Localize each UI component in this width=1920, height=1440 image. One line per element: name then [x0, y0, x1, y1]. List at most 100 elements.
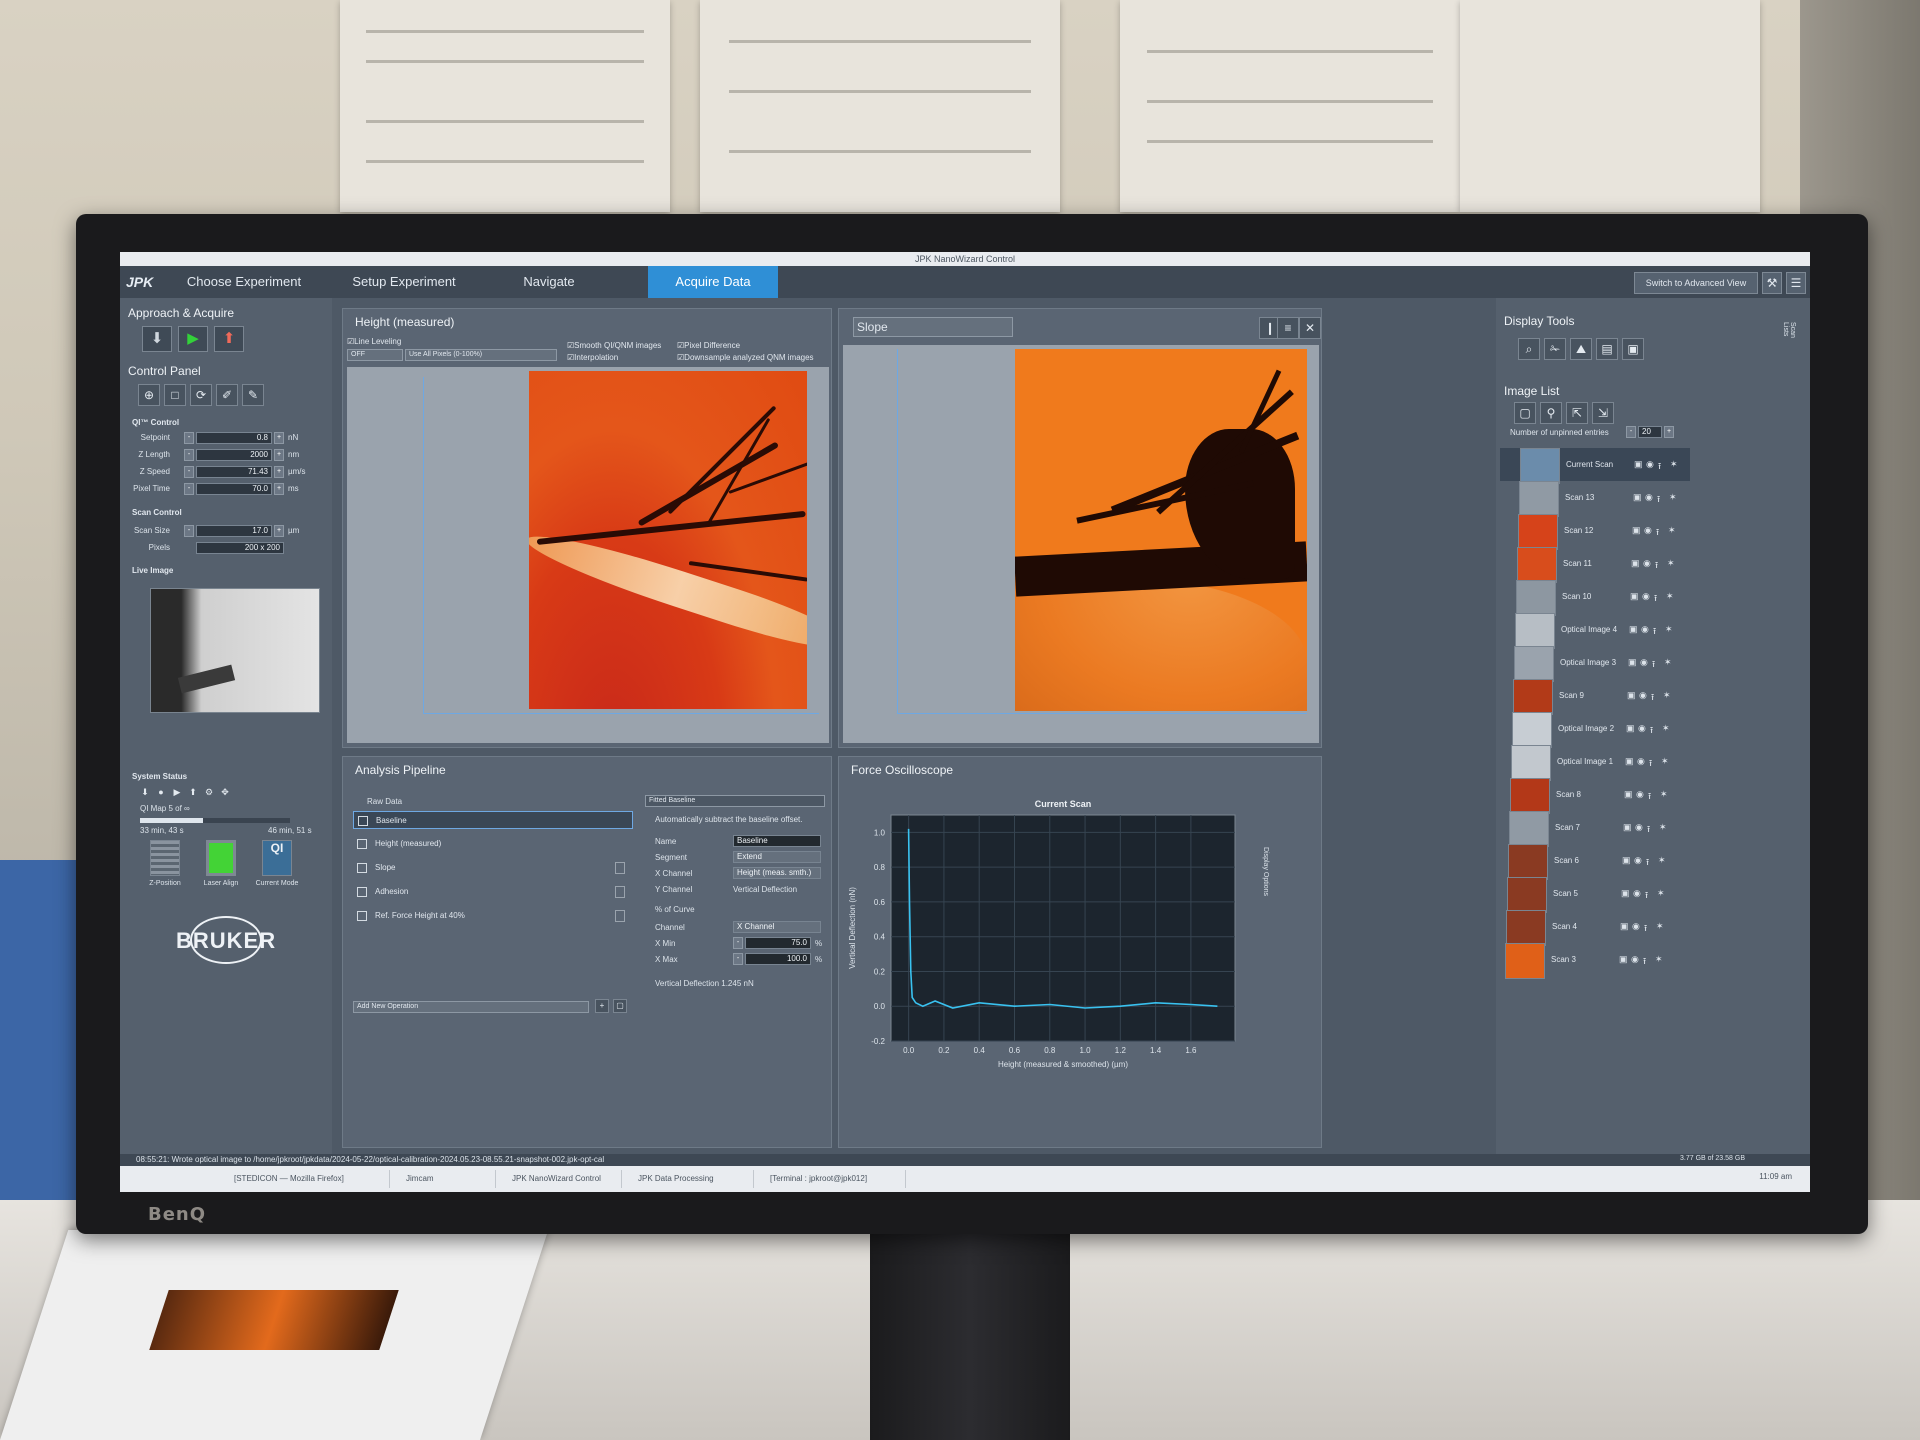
- close-icon[interactable]: ✕: [1299, 317, 1321, 339]
- record-icon[interactable]: ●: [154, 786, 168, 800]
- trash-icon[interactable]: [615, 862, 625, 874]
- name-input[interactable]: Baseline: [733, 835, 821, 847]
- histogram-icon[interactable]: ▤: [1596, 338, 1618, 360]
- folder-icon[interactable]: ▢: [1514, 402, 1536, 424]
- pin-icon[interactable]: ✶: [1656, 921, 1664, 932]
- leveling-pixels-select[interactable]: Use All Pixels (0-100%): [405, 349, 557, 361]
- trash-icon[interactable]: [615, 910, 625, 922]
- scan-lists-tab[interactable]: Scan Lists: [1782, 322, 1796, 338]
- z-speed-input[interactable]: 71.43: [196, 466, 272, 478]
- eye-icon[interactable]: ◉: [1642, 591, 1650, 602]
- pipette-icon[interactable]: ✐: [216, 384, 238, 406]
- retract-up-icon[interactable]: ⬆: [214, 326, 244, 352]
- slope-map-image[interactable]: [1015, 349, 1307, 711]
- setpoint-input[interactable]: 0.8: [196, 432, 272, 444]
- x-channel-select[interactable]: Height (meas. smth.): [733, 867, 821, 879]
- z-speed-decrement[interactable]: -: [184, 466, 194, 478]
- eye-icon[interactable]: ◉: [1639, 690, 1647, 701]
- upload-icon[interactable]: ⭱: [1648, 789, 1651, 805]
- pixel-time-input[interactable]: 70.0: [196, 483, 272, 495]
- upload-icon[interactable]: ⭱: [1656, 525, 1659, 541]
- z-length-input[interactable]: 2000: [196, 449, 272, 461]
- eye-icon[interactable]: ◉: [1636, 789, 1644, 800]
- save-icon[interactable]: ▣: [1621, 888, 1630, 899]
- eye-icon[interactable]: ◉: [1640, 657, 1648, 668]
- upload-icon[interactable]: ⭱: [1646, 855, 1649, 871]
- scan-size-increment[interactable]: +: [274, 525, 284, 537]
- ruler-icon[interactable]: ✎: [242, 384, 264, 406]
- upload-icon[interactable]: ⭱: [1655, 558, 1658, 574]
- pin-icon[interactable]: ✶: [1667, 558, 1675, 569]
- image-list-entry[interactable]: Scan 7 ▣ ◉ ⭱ ✶: [1500, 811, 1690, 847]
- arrow-up-icon[interactable]: ⬆: [186, 786, 200, 800]
- pin-icon[interactable]: ✶: [1666, 591, 1674, 602]
- profile-icon[interactable]: ⛰: [1570, 338, 1592, 360]
- upload-icon[interactable]: ⭱: [1658, 459, 1661, 475]
- channel-select[interactable]: X Channel: [733, 921, 821, 933]
- import-icon[interactable]: ⇲: [1592, 402, 1614, 424]
- smooth-checkbox[interactable]: Smooth QI/QNM images: [567, 341, 661, 350]
- pin-icon[interactable]: ✶: [1655, 954, 1663, 965]
- eye-icon[interactable]: ◉: [1635, 822, 1643, 833]
- eye-icon[interactable]: ◉: [1637, 756, 1645, 767]
- image-list-entry[interactable]: Optical Image 3 ▣ ◉ ⭱ ✶: [1500, 646, 1690, 682]
- upload-icon[interactable]: ⭱: [1653, 624, 1656, 640]
- taskbar-nanowizard[interactable]: JPK NanoWizard Control: [498, 1170, 622, 1188]
- unpinned-increment[interactable]: +: [1664, 426, 1674, 438]
- snapshot-icon[interactable]: ▣: [1622, 338, 1644, 360]
- upload-icon[interactable]: ⭱: [1644, 921, 1647, 937]
- zoom-icon[interactable]: ⌕: [1518, 338, 1540, 360]
- folder-icon[interactable]: ▢: [613, 999, 627, 1013]
- image-list-entry[interactable]: Scan 8 ▣ ◉ ⭱ ✶: [1500, 778, 1690, 814]
- eye-icon[interactable]: ◉: [1632, 921, 1640, 932]
- pin-icon[interactable]: ✶: [1662, 723, 1670, 734]
- pin-icon[interactable]: ✶: [1660, 789, 1668, 800]
- pixels-select[interactable]: 200 x 200: [196, 542, 284, 554]
- image-list-entry[interactable]: Scan 4 ▣ ◉ ⭱ ✶: [1500, 910, 1690, 946]
- eye-icon[interactable]: ◉: [1633, 888, 1641, 899]
- pin-icon[interactable]: ✶: [1665, 624, 1673, 635]
- channel-select[interactable]: Slope: [853, 317, 1013, 337]
- pin-icon[interactable]: ✶: [1661, 756, 1669, 767]
- add-operation-icon[interactable]: +: [595, 999, 609, 1013]
- save-icon[interactable]: ▣: [1620, 921, 1629, 932]
- add-operation-select[interactable]: Add New Operation: [353, 1001, 589, 1013]
- image-list-entry[interactable]: Scan 3 ▣ ◉ ⭱ ✶: [1500, 943, 1690, 979]
- save-icon[interactable]: ▣: [1630, 591, 1639, 602]
- measure-icon[interactable]: ✁: [1544, 338, 1566, 360]
- approach-down-icon[interactable]: ⬇: [142, 326, 172, 352]
- image-list-entry[interactable]: Scan 5 ▣ ◉ ⭱ ✶: [1500, 877, 1690, 913]
- eye-icon[interactable]: ◉: [1638, 723, 1646, 734]
- segment-select[interactable]: Extend: [733, 851, 821, 863]
- gear-icon[interactable]: ⚙: [202, 786, 216, 800]
- export-icon[interactable]: ⇱: [1566, 402, 1588, 424]
- eye-icon[interactable]: ◉: [1641, 624, 1649, 635]
- image-list-current-scan[interactable]: Current Scan ▣ ◉ ⭱ ✶: [1500, 448, 1690, 484]
- x-min-decrement[interactable]: -: [733, 937, 743, 949]
- save-icon[interactable]: ▣: [1633, 492, 1642, 503]
- eye-icon[interactable]: ◉: [1645, 492, 1653, 503]
- pipeline-item-baseline[interactable]: Baseline: [353, 811, 633, 829]
- tab-setup-experiment[interactable]: Setup Experiment: [324, 266, 484, 298]
- save-icon[interactable]: ▣: [1624, 789, 1633, 800]
- image-list-entry[interactable]: Scan 12 ▣ ◉ ⭱ ✶: [1500, 514, 1690, 550]
- unpinned-input[interactable]: 20: [1638, 426, 1662, 438]
- image-list-entry[interactable]: Optical Image 2 ▣ ◉ ⭱ ✶: [1500, 712, 1690, 748]
- save-icon[interactable]: ▣: [1631, 558, 1640, 569]
- interpolation-checkbox[interactable]: Interpolation: [567, 353, 618, 362]
- upload-icon[interactable]: ⭱: [1654, 591, 1657, 607]
- upload-icon[interactable]: ⭱: [1650, 723, 1653, 739]
- pixel-difference-checkbox[interactable]: Pixel Difference: [677, 341, 740, 350]
- line-leveling-select[interactable]: OFF: [347, 349, 403, 361]
- move-icon[interactable]: ✥: [218, 786, 232, 800]
- unpinned-decrement[interactable]: -: [1626, 426, 1636, 438]
- pipeline-item-adhesion[interactable]: Adhesion: [353, 883, 635, 901]
- tab-navigate[interactable]: Navigate: [484, 266, 614, 298]
- height-map-image[interactable]: [529, 371, 807, 709]
- wrench-icon[interactable]: ⚒: [1762, 272, 1782, 294]
- pin-icon[interactable]: ✶: [1663, 690, 1671, 701]
- image-list-entry[interactable]: Scan 11 ▣ ◉ ⭱ ✶: [1500, 547, 1690, 583]
- start-scan-icon[interactable]: ▶: [178, 326, 208, 352]
- upload-icon[interactable]: ⭱: [1647, 822, 1650, 838]
- image-list-entry[interactable]: Optical Image 4 ▣ ◉ ⭱ ✶: [1500, 613, 1690, 649]
